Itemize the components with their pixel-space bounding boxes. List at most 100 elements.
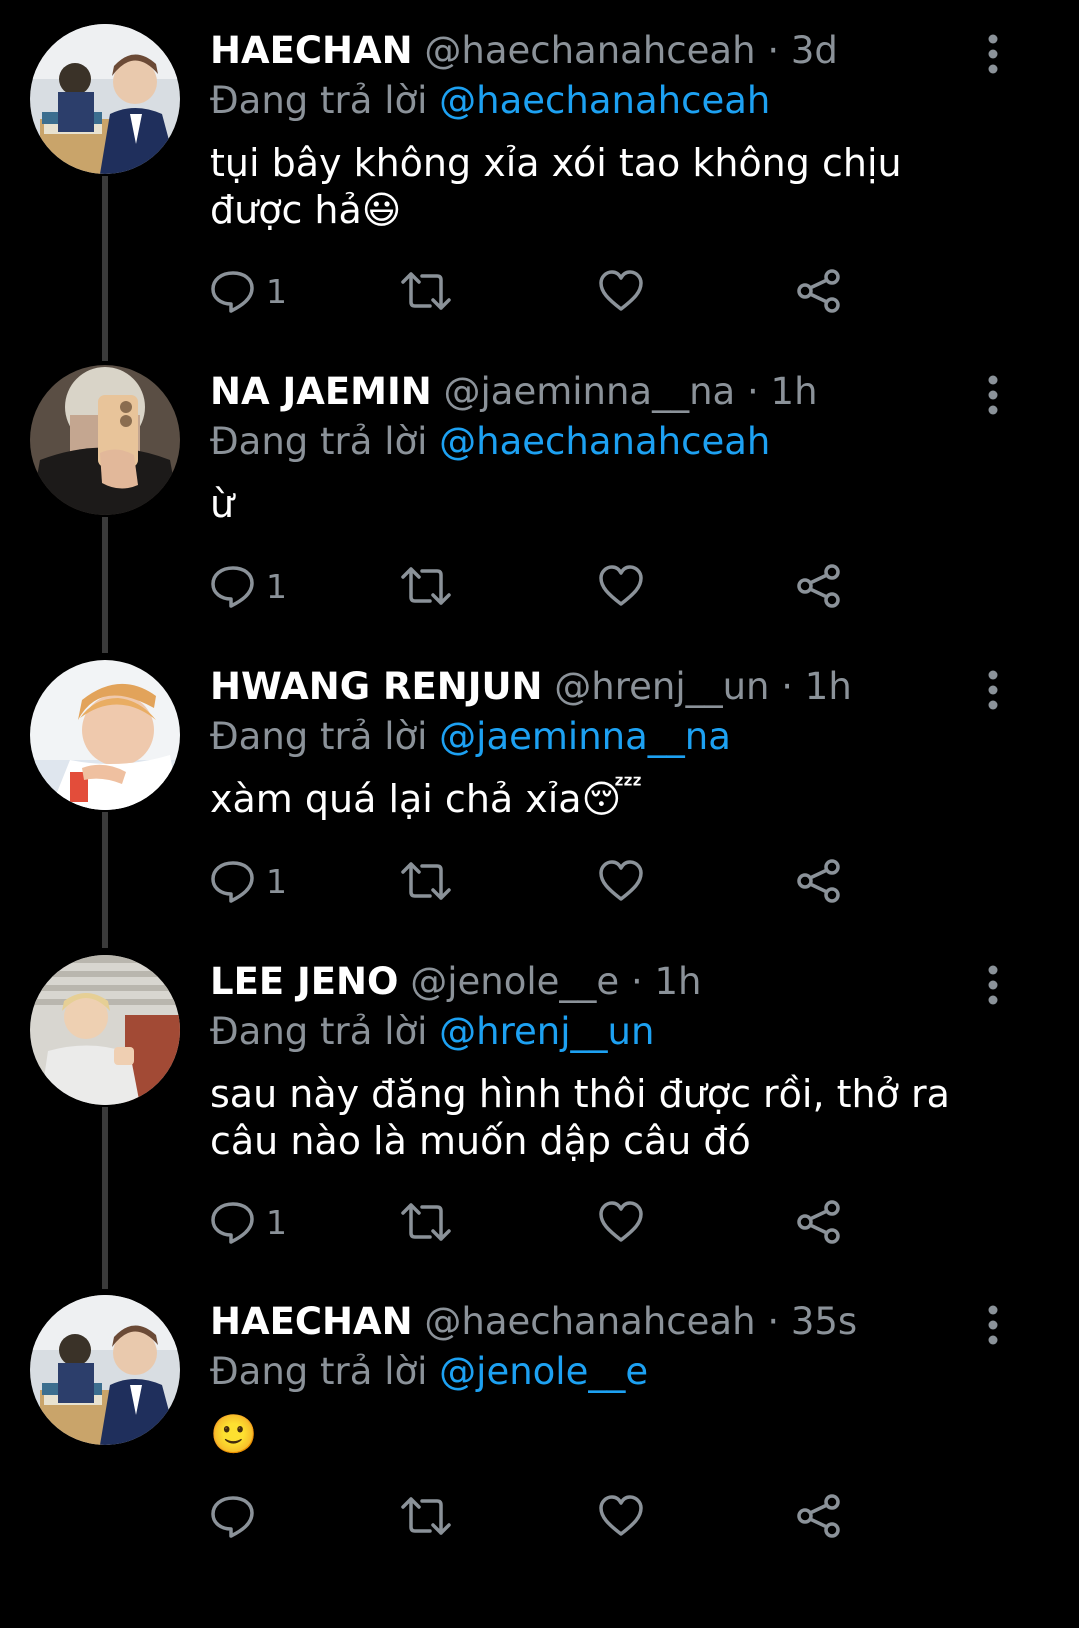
share-button[interactable] — [796, 1491, 842, 1541]
more-options-icon[interactable] — [985, 34, 1001, 74]
tweet[interactable]: HAECHAN @haechanahceah · 3d Đang trả lời… — [0, 0, 1079, 361]
timestamp[interactable]: 35s — [791, 1300, 857, 1343]
thread-connector — [102, 176, 108, 361]
mention-link[interactable]: @jaeminna__na — [439, 715, 731, 758]
tweet-text: sau này đăng hình thôi được rồi, thở ra … — [210, 1072, 950, 1163]
retweet-button[interactable] — [398, 1197, 454, 1247]
reply-thread: HAECHAN @haechanahceah · 3d Đang trả lời… — [0, 0, 1079, 1628]
avatar[interactable] — [30, 660, 180, 810]
tweet-text: xàm quá lại chả xỉa😴 — [210, 777, 643, 821]
tweet[interactable]: LEE JENO @jenole__e · 1h Đang trả lời @h… — [0, 931, 1079, 1289]
more-options-icon[interactable] — [985, 375, 1001, 415]
tweet-header: LEE JENO @jenole__e · 1h — [210, 959, 701, 1005]
tweet-actions: 1 — [210, 1197, 870, 1247]
share-icon — [796, 268, 842, 314]
reply-button[interactable]: 1 — [210, 266, 287, 316]
user-handle[interactable]: @jenole__e — [410, 960, 619, 1003]
separator-dot: · — [747, 370, 759, 413]
user-handle[interactable]: @haechanahceah — [424, 1300, 755, 1343]
replying-to-line: Đang trả lời @haechanahceah — [210, 419, 770, 465]
mention-link[interactable]: @haechanahceah — [439, 420, 770, 463]
reply-count: 1 — [266, 566, 287, 606]
more-options-icon[interactable] — [985, 965, 1001, 1005]
heart-icon — [598, 268, 644, 314]
share-icon — [796, 858, 842, 904]
user-handle[interactable]: @jaeminna__na — [443, 370, 735, 413]
share-button[interactable] — [796, 856, 842, 906]
retweet-icon — [398, 563, 454, 609]
thread-connector — [102, 812, 108, 948]
avatar[interactable] — [30, 365, 180, 515]
mention-link[interactable]: @jenole__e — [439, 1350, 648, 1393]
avatar[interactable] — [30, 1295, 180, 1445]
thread-connector — [102, 517, 108, 653]
retweet-icon — [398, 268, 454, 314]
share-icon — [796, 1199, 842, 1245]
retweet-button[interactable] — [398, 266, 454, 316]
thread-connector — [102, 1107, 108, 1289]
tweet-text: tụi bây không xỉa xói tao không chịu đượ… — [210, 141, 902, 232]
avatar[interactable] — [30, 24, 180, 174]
tweet-actions: 1 — [210, 561, 870, 611]
tweet-header: HAECHAN @haechanahceah · 35s — [210, 1299, 857, 1345]
replying-to-line: Đang trả lời @haechanahceah — [210, 78, 770, 124]
mention-link[interactable]: @hrenj__un — [439, 1010, 654, 1053]
reply-button[interactable] — [210, 1491, 266, 1541]
separator-dot: · — [767, 29, 780, 72]
user-handle[interactable]: @haechanahceah — [424, 29, 755, 72]
speech-bubble-icon — [210, 563, 256, 609]
avatar[interactable] — [30, 955, 180, 1105]
heart-icon — [598, 1493, 644, 1539]
like-button[interactable] — [598, 266, 644, 316]
display-name[interactable]: HAECHAN — [210, 1300, 413, 1343]
share-icon — [796, 1493, 842, 1539]
mention-link[interactable]: @haechanahceah — [439, 79, 770, 122]
tweet-header: HWANG RENJUN @hrenj__un · 1h — [210, 664, 852, 710]
like-button[interactable] — [598, 856, 644, 906]
like-button[interactable] — [598, 1491, 644, 1541]
speech-bubble-icon — [210, 268, 256, 314]
like-button[interactable] — [598, 561, 644, 611]
replying-label: Đang trả lời — [210, 1010, 428, 1053]
replying-label: Đang trả lời — [210, 79, 428, 122]
retweet-button[interactable] — [398, 1491, 454, 1541]
separator-dot: · — [630, 960, 643, 1003]
timestamp[interactable]: 3d — [791, 29, 838, 72]
more-options-icon[interactable] — [985, 1305, 1001, 1345]
like-button[interactable] — [598, 1197, 644, 1247]
share-button[interactable] — [796, 561, 842, 611]
tweet-header: NA JAEMIN @jaeminna__na · 1h — [210, 369, 818, 415]
retweet-button[interactable] — [398, 561, 454, 611]
reply-button[interactable]: 1 — [210, 561, 287, 611]
separator-dot: · — [767, 1300, 780, 1343]
tweet-actions: 1 — [210, 266, 870, 316]
tweet[interactable]: HAECHAN @haechanahceah · 35s Đang trả lờ… — [0, 1271, 1079, 1611]
heart-icon — [598, 563, 644, 609]
tweet-text: 🙂 — [210, 1412, 258, 1456]
share-button[interactable] — [796, 1197, 842, 1247]
timestamp[interactable]: 1h — [654, 960, 701, 1003]
display-name[interactable]: NA JAEMIN — [210, 370, 432, 413]
user-handle[interactable]: @hrenj__un — [554, 665, 769, 708]
tweet-actions: 1 — [210, 856, 870, 906]
display-name[interactable]: LEE JENO — [210, 960, 398, 1003]
speech-bubble-icon — [210, 1199, 256, 1245]
retweet-button[interactable] — [398, 856, 454, 906]
timestamp[interactable]: 1h — [805, 665, 852, 708]
replying-to-line: Đang trả lời @jaeminna__na — [210, 714, 731, 760]
separator-dot: · — [781, 665, 794, 708]
reply-button[interactable]: 1 — [210, 856, 287, 906]
tweet-actions — [210, 1491, 870, 1541]
display-name[interactable]: HAECHAN — [210, 29, 413, 72]
tweet[interactable]: NA JAEMIN @jaeminna__na · 1h Đang trả lờ… — [0, 341, 1079, 653]
more-options-icon[interactable] — [985, 670, 1001, 710]
replying-label: Đang trả lời — [210, 420, 428, 463]
reply-button[interactable]: 1 — [210, 1197, 287, 1247]
display-name[interactable]: HWANG RENJUN — [210, 665, 542, 708]
tweet[interactable]: HWANG RENJUN @hrenj__un · 1h Đang trả lờ… — [0, 636, 1079, 948]
retweet-icon — [398, 858, 454, 904]
retweet-icon — [398, 1493, 454, 1539]
share-button[interactable] — [796, 266, 842, 316]
reply-count: 1 — [266, 861, 287, 901]
timestamp[interactable]: 1h — [771, 370, 818, 413]
